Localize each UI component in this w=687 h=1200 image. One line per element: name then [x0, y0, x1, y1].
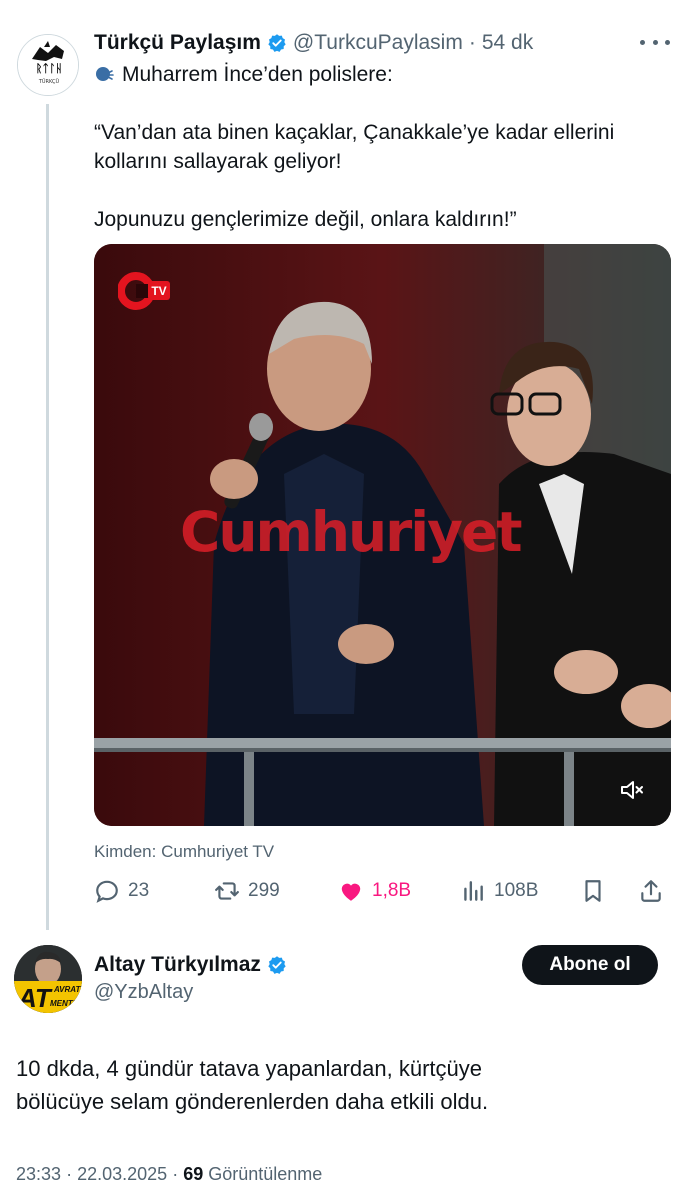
tweet-text-line [94, 89, 679, 118]
repost-button[interactable]: 299 [214, 872, 280, 910]
avatar-text: TÜRKÇÜ [38, 78, 60, 85]
heart-icon [341, 883, 361, 901]
tweet-text-line: kollarını sallayarak geliyor! [94, 150, 342, 173]
tweet-time[interactable]: 54 dk [482, 31, 533, 55]
tweet-header: Türkçü Paylaşım @TurkcuPaylasim · 54 dk [94, 29, 533, 57]
separator-dot: · [468, 31, 476, 54]
video-watermark: Cumhuriyet [180, 500, 523, 564]
follow-button[interactable]: Abone ol [522, 945, 658, 985]
repost-count: 299 [248, 880, 280, 901]
tweet-meta: 23:33 · 22.03.2025 · 69 Görüntülenme [16, 1164, 322, 1185]
views-button[interactable]: 108B [460, 872, 538, 910]
analytics-icon [464, 881, 483, 901]
speaking-head-icon [96, 67, 114, 81]
action-bar: 23 299 1,8B 108B [94, 872, 679, 910]
avatar[interactable]: ᚱᛏᛚᚺ TÜRKÇÜ [17, 34, 79, 96]
tweet-text: Muharrem İnce’den polislere: “Van’dan at… [94, 60, 679, 234]
thread-connector [46, 104, 49, 930]
reply-icon [96, 880, 118, 903]
tweet-text-line: 10 dkda, 4 gündür tatava yapanlardan, kü… [16, 1056, 482, 1081]
share-icon [641, 880, 661, 902]
tweet-text-line [94, 176, 679, 205]
avatar-monogram: AT [17, 983, 53, 1013]
bookmark-button[interactable] [580, 872, 614, 910]
reply-button[interactable]: 23 [94, 872, 149, 910]
avatar[interactable]: AT AVRAT MENTION [14, 945, 82, 1013]
tweet-date[interactable]: 22.03.2025 [77, 1164, 167, 1184]
avatar-text-bottom: MENTION [50, 999, 82, 1008]
views-label: Görüntülenme [208, 1164, 323, 1184]
tweet-text-line: Muharrem İnce’den polislere: [94, 60, 679, 89]
tweet-text: 10 dkda, 4 gündür tatava yapanlardan, kü… [16, 1052, 666, 1118]
tweet-text-line: Jopunuzu gençlerimize değil, onlara kald… [94, 208, 517, 231]
tweet-text-line: “Van’dan ata binen kaçaklar, Çanakkale’y… [94, 121, 615, 144]
video-player[interactable]: TV Cumhuriyet [94, 244, 671, 826]
channel-logo-text: TV [151, 284, 166, 298]
views-count: 108B [494, 880, 539, 901]
tweet-text-line: bölücüye selam gönderenlerden daha etkil… [16, 1089, 489, 1114]
author-name[interactable]: Türkçü Paylaşım [94, 31, 261, 55]
separator-dot: · [66, 1164, 73, 1184]
verified-badge-icon [268, 956, 286, 974]
media-source[interactable]: Kimden: Cumhuriyet TV [94, 842, 274, 862]
share-button[interactable] [638, 872, 672, 910]
mute-icon[interactable] [618, 776, 646, 804]
author-name[interactable]: Altay Türkyılmaz [94, 953, 261, 977]
svg-text:ᚱᛏᛚᚺ: ᚱᛏᛚᚺ [36, 62, 62, 75]
avatar-text-top: AVRAT [53, 985, 81, 994]
tweet-time[interactable]: 23:33 [16, 1164, 61, 1184]
author-handle[interactable]: @YzbAltay [94, 981, 193, 1004]
reply-count: 23 [128, 880, 150, 901]
like-count: 1,8B [372, 880, 412, 901]
verified-badge-icon [268, 34, 286, 52]
repost-icon [215, 882, 239, 900]
like-button[interactable]: 1,8B [338, 872, 411, 910]
channel-logo: TV [118, 272, 170, 310]
more-options-icon[interactable] [640, 30, 670, 54]
author-handle[interactable]: @TurkcuPaylasim [293, 31, 463, 55]
author-name-row: Altay Türkyılmaz [94, 953, 293, 977]
separator-dot: · [172, 1164, 179, 1184]
views-count: 69 [183, 1164, 204, 1184]
bookmark-icon [585, 880, 601, 902]
